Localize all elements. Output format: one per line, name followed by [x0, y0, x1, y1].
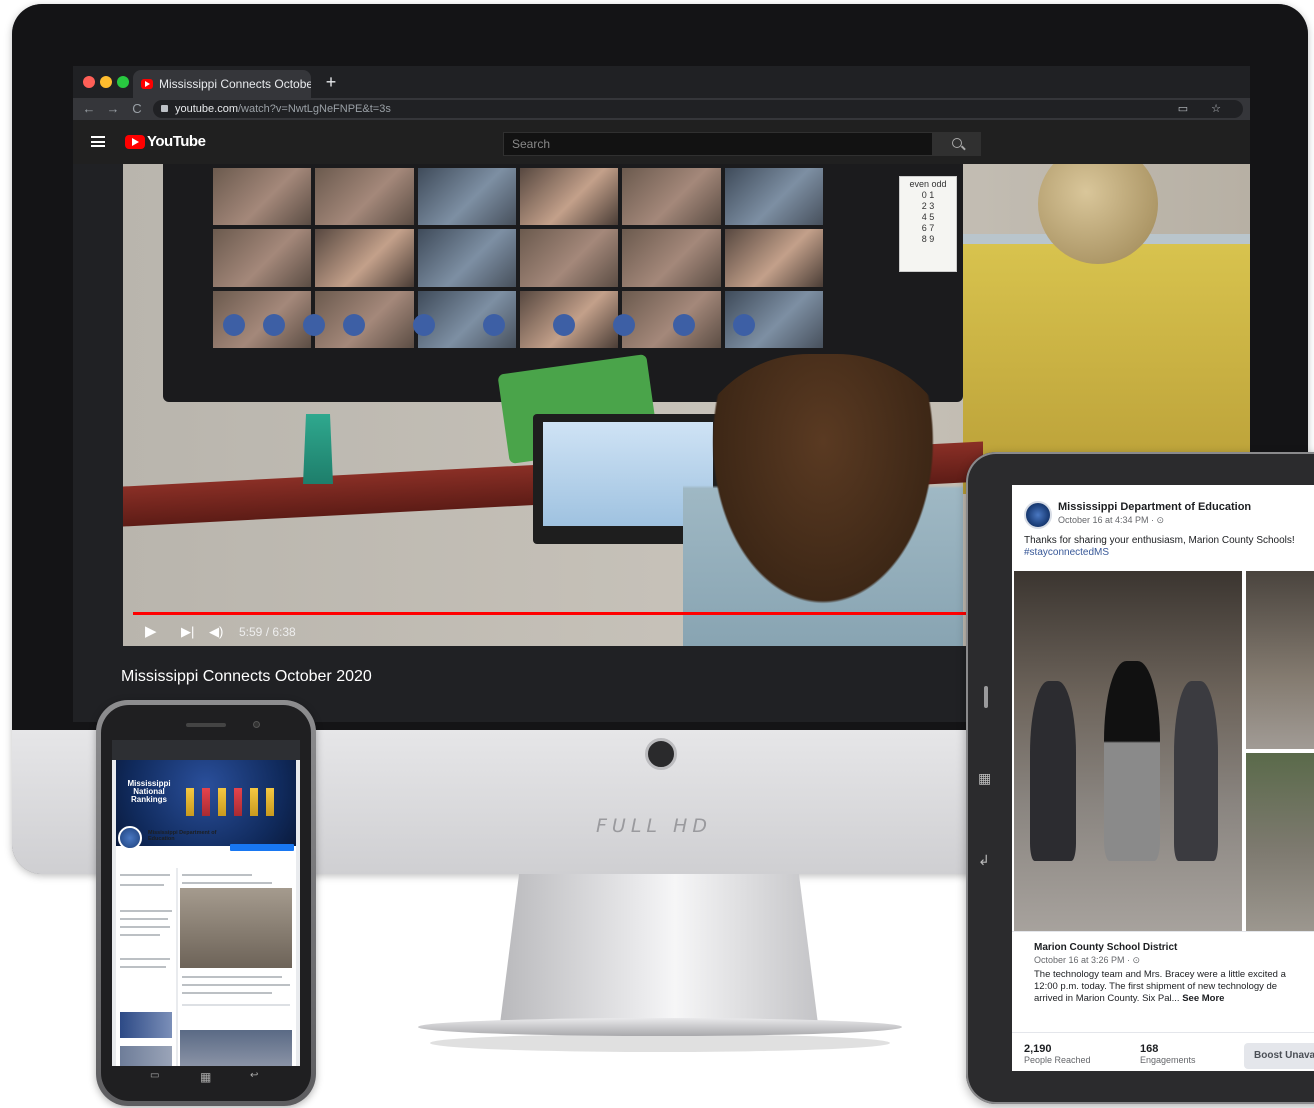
- phone-message-button[interactable]: [230, 844, 294, 851]
- volume-icon[interactable]: ◀): [209, 622, 223, 642]
- full-hd-badge: FULL HD: [596, 815, 712, 837]
- youtube-masthead: YouTube Search: [73, 120, 1250, 164]
- phone-about-column: [116, 862, 176, 1066]
- browser-tab[interactable]: Mississippi Connects October ×: [133, 70, 311, 98]
- youtube-favicon-icon: [141, 79, 153, 89]
- phone-nav-bar: ▭ ▦ ↩: [112, 1066, 300, 1088]
- hashtag-link[interactable]: #stayconnectedMS: [1024, 547, 1109, 558]
- search-icon[interactable]: [933, 132, 981, 156]
- url-host: youtube.com: [175, 103, 238, 115]
- photo-top-right: [1246, 571, 1314, 749]
- video-cups: [303, 414, 333, 484]
- new-tab-button[interactable]: +: [321, 70, 341, 94]
- post-insights: 2,190 People Reached 168 Engagements Boost…: [1012, 1032, 1314, 1071]
- url-input[interactable]: youtube.com/watch?v=NwtLgNeFNPE&t=3s ▭ ☆: [153, 100, 1243, 118]
- cover-title: Mississippi National Rankings: [127, 779, 171, 804]
- shared-photo[interactable]: [1012, 571, 1314, 931]
- video-title: Mississippi Connects October 2020: [121, 668, 372, 685]
- reload-icon[interactable]: C: [127, 98, 147, 120]
- tablet-side-button: [984, 686, 988, 708]
- play-icon[interactable]: ▶: [145, 622, 157, 642]
- phone-second-post-photo[interactable]: [180, 1030, 292, 1066]
- address-bar: ← → C youtube.com/watch?v=NwtLgNeFNPE&t=…: [73, 98, 1250, 120]
- tablet-back-icon[interactable]: ↲: [978, 852, 990, 869]
- phone-facebook-page: Mississippi National Rankings Mississipp…: [112, 740, 300, 1066]
- imac-stand-base: [418, 1018, 902, 1036]
- people-reached-stat: 2,190 People Reached: [1024, 1043, 1091, 1065]
- menu-icon[interactable]: [91, 136, 105, 147]
- post-page-name[interactable]: Mississippi Department of Education: [1058, 501, 1251, 513]
- youtube-play-logo-icon: [125, 135, 145, 149]
- maximize-window-dot[interactable]: [117, 76, 129, 88]
- phone-page-name[interactable]: Mississippi Department of Education: [148, 830, 228, 842]
- minimize-window-dot[interactable]: [100, 76, 112, 88]
- participant-initials: [223, 314, 763, 338]
- engagements-stat: 168 Engagements: [1140, 1043, 1196, 1065]
- phone-back-icon[interactable]: ↩: [250, 1070, 258, 1081]
- bookmark-star-icon[interactable]: ▭ ☆: [1178, 100, 1231, 118]
- even-odd-chart: even odd 0 1 2 3 4 5 6 7 8 9: [899, 176, 957, 272]
- phone-page-avatar[interactable]: [118, 826, 142, 850]
- back-arrow-icon[interactable]: ←: [79, 98, 99, 120]
- shared-text: The technology team and Mrs. Bracey were…: [1034, 969, 1286, 1004]
- search-input[interactable]: Search: [503, 132, 933, 156]
- see-more-link[interactable]: See More: [1182, 993, 1224, 1004]
- imac-stand: [500, 874, 818, 1024]
- phone-post-photo[interactable]: [180, 888, 292, 968]
- forward-arrow-icon[interactable]: →: [103, 98, 123, 120]
- page-avatar[interactable]: [1024, 501, 1052, 529]
- stand-shadow: [430, 1034, 890, 1052]
- close-window-dot[interactable]: [83, 76, 95, 88]
- photo-bottom-right: [1246, 753, 1314, 931]
- phone-menu-icon[interactable]: ▭: [150, 1070, 159, 1081]
- phone-home-icon[interactable]: ▦: [200, 1070, 211, 1084]
- photo-main: [1014, 571, 1242, 931]
- phone-camera: [253, 721, 260, 728]
- shared-post: Marion County School District October 16…: [1012, 931, 1314, 1071]
- youtube-wordmark: YouTube: [147, 133, 206, 150]
- tab-strip: Mississippi Connects October × +: [73, 66, 1250, 98]
- lock-icon: [161, 105, 168, 112]
- post-text: Thanks for sharing your enthusiasm, Mari…: [1024, 535, 1295, 558]
- shared-page-name[interactable]: Marion County School District: [1034, 942, 1177, 953]
- time-display: 5:59 / 6:38: [239, 625, 296, 639]
- imac-logo-dot: [645, 738, 677, 770]
- trophy-icon: [186, 788, 194, 816]
- tab-title: Mississippi Connects October: [159, 77, 311, 91]
- url-path: /watch?v=NwtLgNeFNPE&t=3s: [237, 103, 391, 115]
- phone-browser-bar: [112, 740, 300, 760]
- post-date[interactable]: October 16 at 4:34 PM · ⊙: [1058, 515, 1164, 526]
- tablet-grid-icon[interactable]: ▦: [978, 770, 991, 787]
- phone-speaker: [186, 723, 226, 727]
- marketing-mockup: FULL HD Mississippi Connects October × +…: [0, 0, 1314, 1108]
- next-icon[interactable]: ▶|: [181, 622, 194, 642]
- shared-date[interactable]: October 16 at 3:26 PM · ⊙: [1034, 955, 1140, 966]
- boost-button[interactable]: Boost Unava: [1244, 1043, 1314, 1069]
- facebook-post: Mississippi Department of Education Octo…: [1012, 485, 1314, 1071]
- video-teacher: [683, 354, 963, 646]
